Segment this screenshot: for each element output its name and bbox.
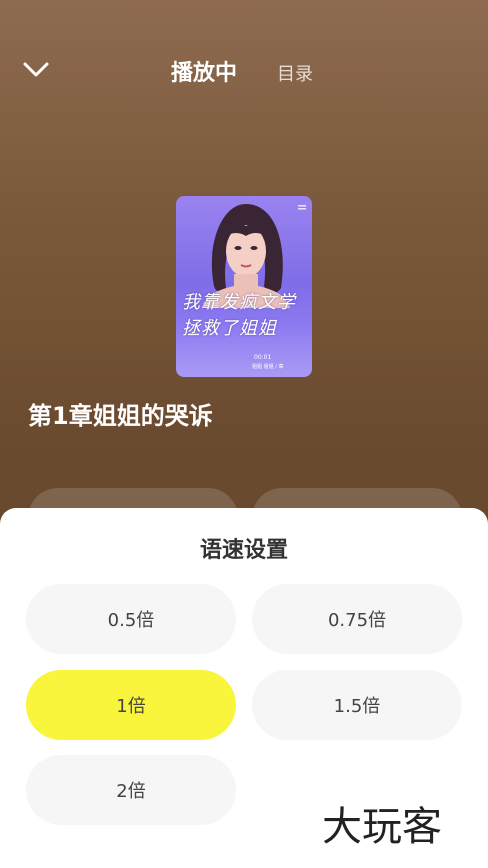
svg-text:大玩客: 大玩客: [322, 804, 442, 850]
cover-episode: 00:01: [254, 354, 272, 361]
speed-option-0-5x[interactable]: 0.5倍: [26, 584, 236, 654]
page-title: 播放中: [171, 61, 238, 86]
catalog-tab[interactable]: 目录: [277, 60, 313, 86]
speed-option-1-5x[interactable]: 1.5倍: [252, 670, 462, 740]
speed-option-1x[interactable]: 1倍: [26, 670, 236, 740]
chevron-down-icon: [23, 62, 49, 77]
book-cover: 我靠发疯文学 拯救了姐姐 00:01 姐姐 姐姐 / 章: [176, 196, 312, 377]
cover-title-line2: 拯救了姐姐: [182, 318, 277, 339]
cover-title-line1: 我靠发疯文学: [182, 292, 296, 313]
chapter-title: 第1章姐姐的哭诉: [28, 402, 213, 430]
cover-illustration: [202, 204, 306, 308]
speed-option-2x[interactable]: 2倍: [26, 755, 236, 825]
header: 播放中 目录: [0, 0, 488, 140]
watermark-logo: 大玩客: [322, 803, 443, 850]
speed-option-0-75x[interactable]: 0.75倍: [252, 584, 462, 654]
sheet-title: 语速设置: [199, 538, 288, 563]
cover-subtitle: 姐姐 姐姐 / 章: [252, 364, 284, 370]
back-button[interactable]: [20, 55, 52, 87]
speed-settings-sheet: 语速设置 0.5倍 0.75倍 1倍 1.5倍 2倍 大玩客: [0, 508, 488, 868]
